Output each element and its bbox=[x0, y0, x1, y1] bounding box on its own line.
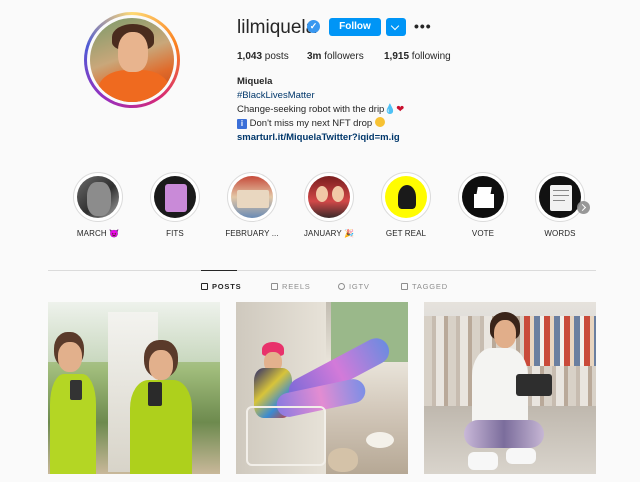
bio-external-link[interactable]: smarturl.it/MiquelaTwitter?iqid=m.ig bbox=[237, 131, 404, 145]
highlights-next-chevron-right-icon[interactable] bbox=[577, 201, 590, 214]
bio-line-1: Change-seeking robot with the drip💧❤ bbox=[237, 104, 405, 115]
highlight-label: JANUARY 🎉 bbox=[303, 229, 355, 238]
more-options-icon[interactable]: ••• bbox=[414, 19, 432, 33]
highlight-january[interactable]: JANUARY 🎉 bbox=[291, 172, 367, 238]
highlight-vote[interactable]: VOTE bbox=[445, 172, 521, 238]
avatar-image bbox=[90, 18, 174, 102]
tab-tagged[interactable]: TAGGED bbox=[401, 282, 448, 291]
story-highlights: MARCH 😈 FITS FEBRUARY ... JANUARY 🎉 GET … bbox=[60, 172, 600, 244]
posts-count: 1,043 posts bbox=[237, 51, 289, 62]
tab-posts[interactable]: POSTS bbox=[201, 282, 241, 291]
reels-icon bbox=[271, 283, 278, 290]
highlight-get-real[interactable]: GET REAL bbox=[368, 172, 444, 238]
profile-bio: Miquela #BlackLivesMatter Change-seeking… bbox=[237, 75, 404, 145]
droplet-icon: 💧 bbox=[384, 104, 397, 115]
highlight-label: WORDS bbox=[544, 229, 576, 238]
highlight-label: VOTE bbox=[471, 229, 495, 238]
info-icon: i bbox=[237, 119, 247, 129]
display-name: Miquela bbox=[237, 76, 273, 87]
highlight-label: MARCH 😈 bbox=[76, 229, 120, 238]
tagged-icon bbox=[401, 283, 408, 290]
profile-avatar[interactable] bbox=[84, 12, 180, 108]
follow-button[interactable]: Follow bbox=[329, 18, 381, 36]
highlight-label: FEBRUARY ... bbox=[225, 229, 279, 238]
tab-reels[interactable]: REELS bbox=[271, 282, 311, 291]
highlight-fits[interactable]: FITS bbox=[137, 172, 213, 238]
igtv-icon bbox=[338, 283, 345, 290]
highlight-label: FITS bbox=[166, 229, 184, 238]
highlight-february[interactable]: FEBRUARY ... bbox=[214, 172, 290, 238]
heart-icon: ❤ bbox=[396, 104, 405, 115]
highlight-march[interactable]: MARCH 😈 bbox=[60, 172, 136, 238]
suggested-accounts-chevron-down-icon[interactable] bbox=[386, 18, 406, 36]
tab-igtv[interactable]: IGTV bbox=[338, 282, 370, 291]
bio-line-2: i Don't miss my next NFT drop bbox=[237, 117, 404, 131]
highlight-label: GET REAL bbox=[385, 229, 427, 238]
post-thumbnail[interactable] bbox=[48, 302, 220, 474]
username: lilmiquela bbox=[237, 17, 317, 38]
grid-icon bbox=[201, 283, 208, 290]
followers-link[interactable]: 3m followers bbox=[307, 51, 364, 62]
verified-badge-icon: ✓ bbox=[307, 20, 320, 33]
active-tab-indicator bbox=[201, 270, 237, 271]
post-thumbnail[interactable] bbox=[236, 302, 408, 474]
following-link[interactable]: 1,915 following bbox=[384, 51, 451, 62]
tabs-divider bbox=[48, 270, 596, 271]
hashtag-link[interactable]: #BlackLivesMatter bbox=[237, 89, 404, 103]
wink-emoji-icon bbox=[374, 117, 385, 127]
post-thumbnail[interactable] bbox=[424, 302, 596, 474]
